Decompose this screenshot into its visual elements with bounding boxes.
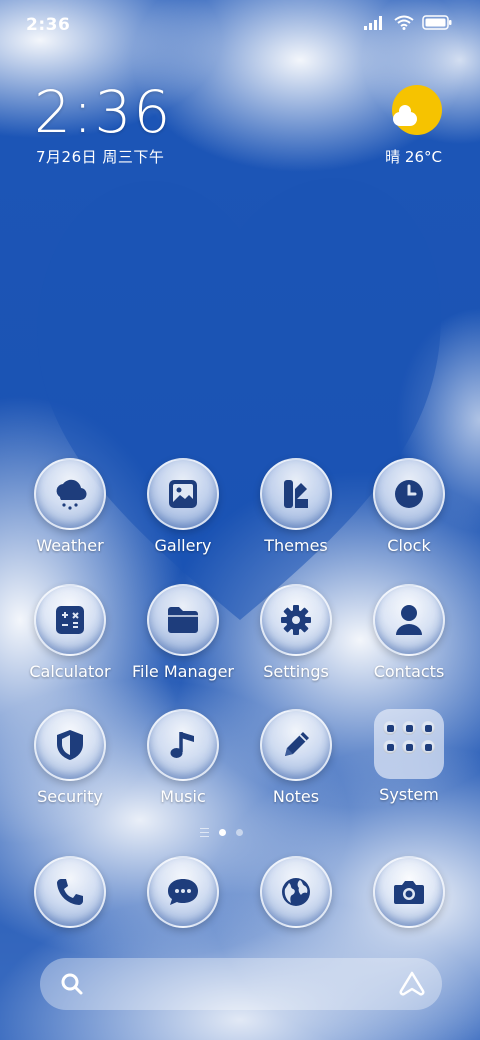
app-label: Calculator — [29, 662, 111, 681]
status-bar: 2:36 — [0, 0, 480, 50]
page-list-icon[interactable] — [200, 828, 209, 837]
shield-icon — [34, 709, 106, 781]
cloud-icon — [393, 105, 417, 126]
page-indicator[interactable] — [200, 828, 243, 837]
app-clock[interactable]: Clock — [353, 458, 465, 555]
search-bar[interactable] — [40, 958, 442, 1010]
mini-app-icon — [402, 721, 416, 735]
mini-app-icon — [402, 740, 416, 754]
app-notes[interactable]: Notes — [240, 709, 352, 806]
app-calculator[interactable]: Calculator — [14, 584, 126, 681]
weather-icon — [34, 458, 106, 530]
app-gallery[interactable]: Gallery — [127, 458, 239, 555]
mini-app-icon — [421, 740, 435, 754]
clock-widget-time[interactable]: 2:36 — [34, 78, 172, 146]
signal-icon — [364, 15, 382, 30]
app-security[interactable]: Security — [14, 709, 126, 806]
phone-icon — [34, 856, 106, 928]
app-label: Security — [37, 787, 103, 806]
app-settings[interactable]: Settings — [240, 584, 352, 681]
page-dot[interactable] — [236, 829, 243, 836]
app-label: Clock — [387, 536, 431, 555]
themes-icon — [260, 458, 332, 530]
browser-icon — [260, 856, 332, 928]
app-label: File Manager — [132, 662, 234, 681]
folder-icon — [147, 584, 219, 656]
camera-icon — [373, 856, 445, 928]
dock-camera[interactable] — [353, 856, 465, 928]
mini-app-icon — [421, 721, 435, 735]
dock-phone[interactable] — [14, 856, 126, 928]
page-dot-active[interactable] — [219, 829, 226, 836]
app-label: Themes — [264, 536, 328, 555]
app-label: Contacts — [373, 662, 445, 681]
app-label: Gallery — [154, 536, 212, 555]
clock-widget-date[interactable]: 7月26日 周三下午 — [36, 146, 164, 167]
dock-browser[interactable] — [240, 856, 352, 928]
app-contacts[interactable]: Contacts — [353, 584, 465, 681]
app-label: System — [379, 785, 439, 804]
app-themes[interactable]: Themes — [240, 458, 352, 555]
wifi-icon — [394, 15, 414, 30]
messages-icon — [147, 856, 219, 928]
clock-icon — [373, 458, 445, 530]
dock-messages[interactable] — [127, 856, 239, 928]
app-music[interactable]: Music — [127, 709, 239, 806]
app-label: Music — [160, 787, 206, 806]
music-icon — [147, 709, 219, 781]
app-system-folder[interactable]: System — [353, 709, 465, 804]
battery-icon — [422, 15, 452, 30]
gear-icon — [260, 584, 332, 656]
app-label: Weather — [36, 536, 104, 555]
pencil-icon — [260, 709, 332, 781]
mini-app-icon — [383, 740, 397, 754]
assistant-icon[interactable] — [398, 971, 426, 997]
gallery-icon — [147, 458, 219, 530]
contacts-icon — [373, 584, 445, 656]
status-time: 2:36 — [26, 15, 71, 35]
mini-app-icon — [383, 721, 397, 735]
weather-widget-text[interactable]: 晴 26°C — [385, 146, 442, 167]
calculator-icon — [34, 584, 106, 656]
app-label: Notes — [272, 787, 320, 806]
search-icon[interactable] — [60, 972, 84, 996]
app-weather[interactable]: Weather — [14, 458, 126, 555]
app-file-manager[interactable]: File Manager — [127, 584, 239, 681]
app-label: Settings — [263, 662, 329, 681]
folder-system-icon — [374, 709, 444, 779]
